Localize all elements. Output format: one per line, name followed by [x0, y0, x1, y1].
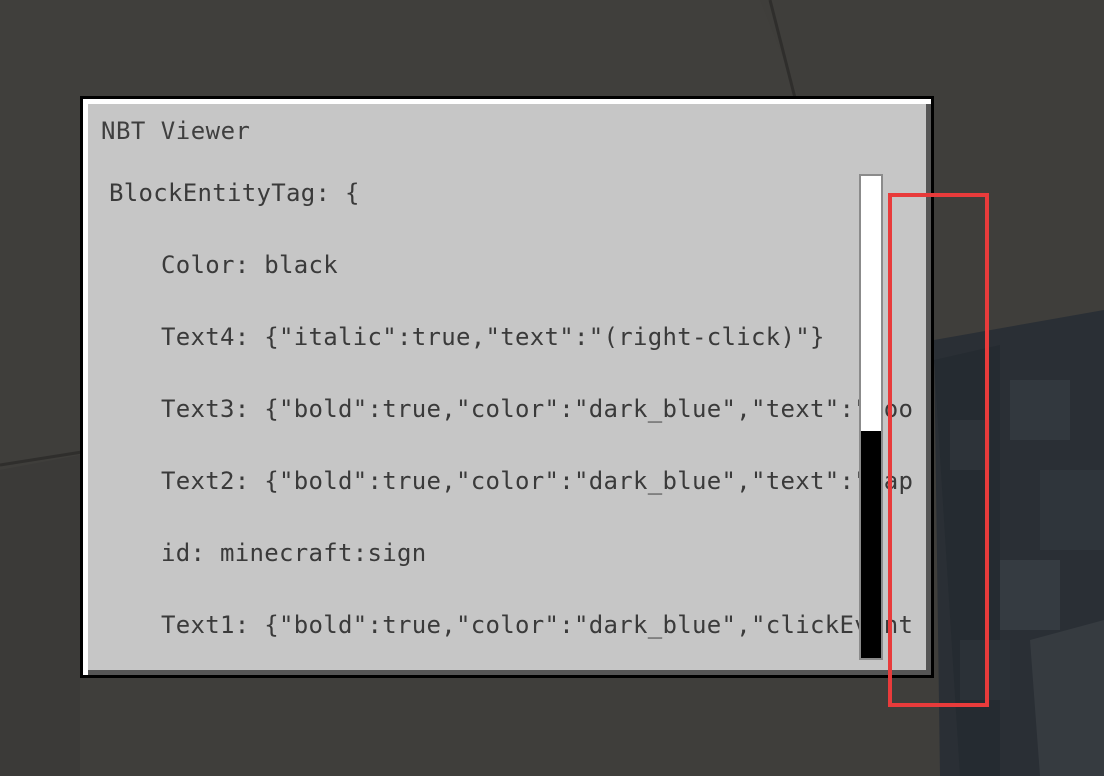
- nbt-line: BlockEntityTag: {: [109, 179, 360, 207]
- nbt-line: Text2: {"bold":true,"color":"dark_blue",…: [161, 467, 914, 495]
- nbt-line: Text3: {"bold":true,"color":"dark_blue",…: [161, 395, 914, 423]
- window-title: NBT Viewer: [101, 117, 251, 145]
- nbt-line: id: minecraft:sign: [161, 539, 427, 567]
- nbt-line: Text4: {"italic":true,"text":"(right-cli…: [161, 323, 825, 351]
- nbt-content-area[interactable]: BlockEntityTag: { Color: black Text4: {"…: [109, 169, 915, 659]
- nbt-viewer-window: NBT Viewer BlockEntityTag: { Color: blac…: [80, 96, 934, 678]
- nbt-line: Color: black: [161, 251, 338, 279]
- nbt-line: Text1: {"bold":true,"color":"dark_blue",…: [161, 611, 914, 639]
- scrollbar-track[interactable]: [859, 174, 883, 660]
- scrollbar-thumb[interactable]: [861, 176, 881, 431]
- highlight-box: [888, 193, 989, 707]
